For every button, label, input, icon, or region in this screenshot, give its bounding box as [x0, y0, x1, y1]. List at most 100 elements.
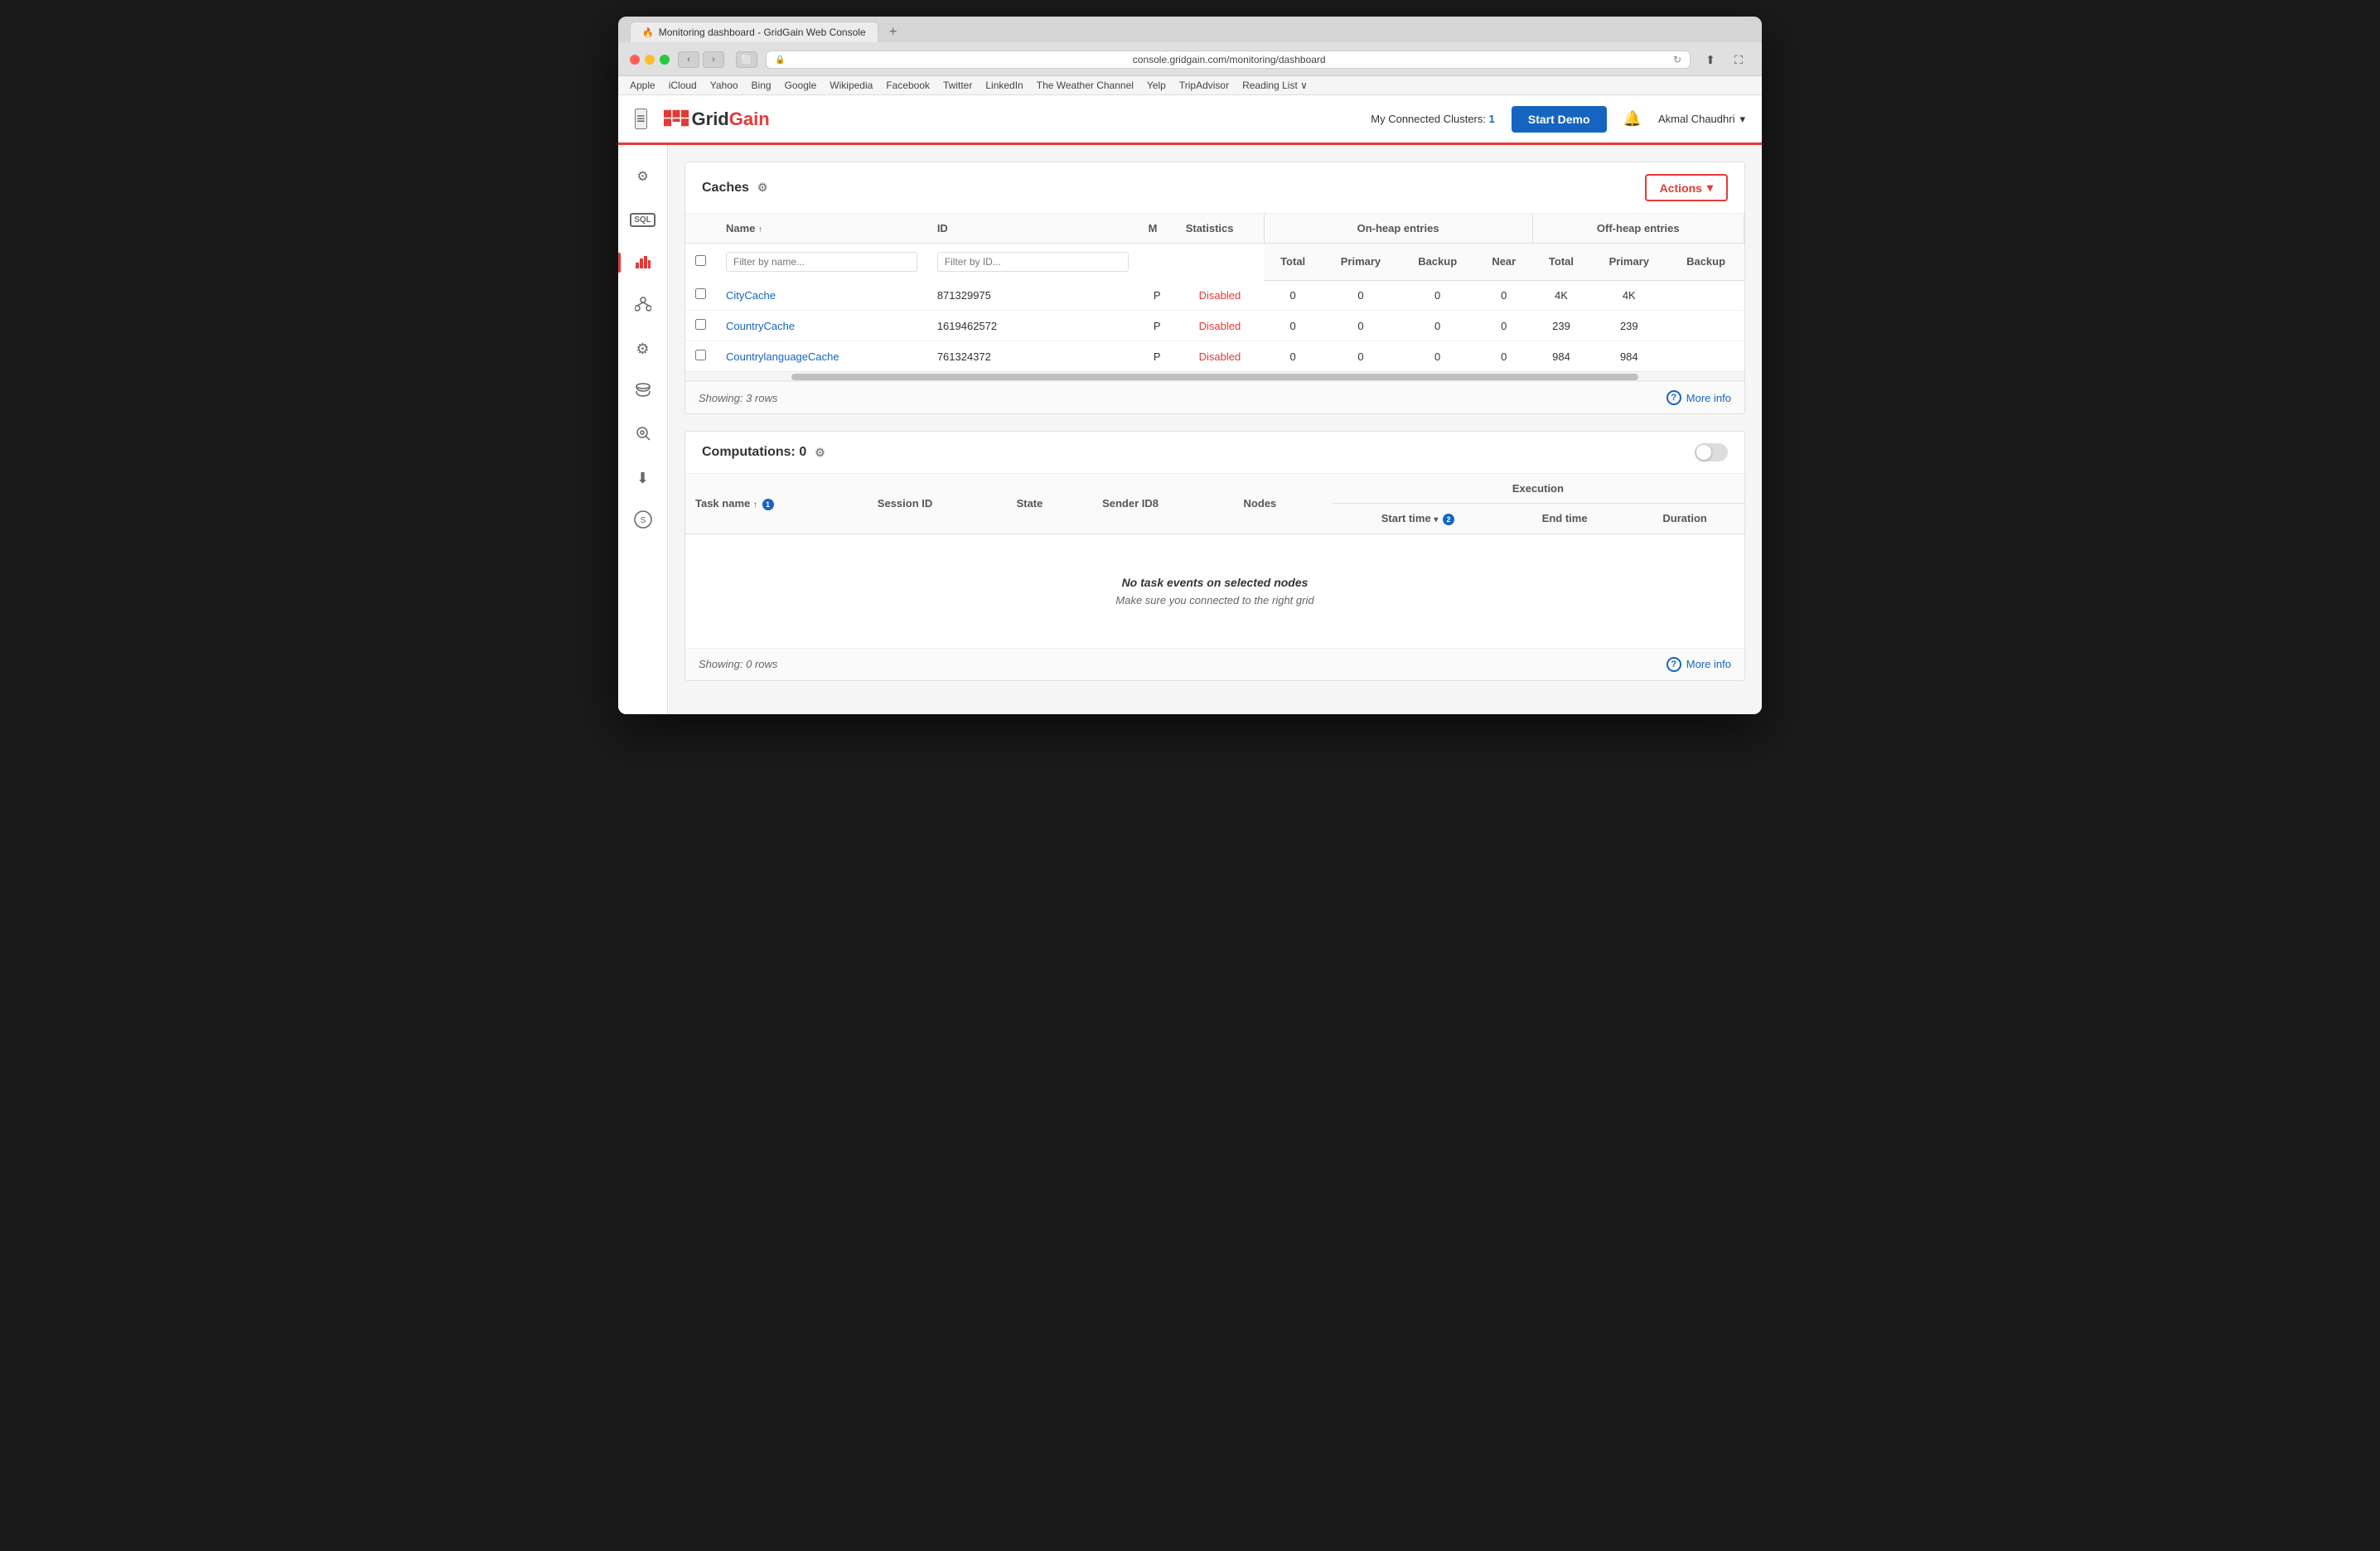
forward-button[interactable]: ›	[703, 51, 724, 68]
profile-icon: S	[634, 510, 652, 533]
row-checkbox-cell	[685, 311, 716, 341]
bookmark-facebook[interactable]: Facebook	[886, 80, 930, 91]
cluster-icon	[635, 296, 651, 316]
on-heap-backup-cell: 0	[1400, 311, 1476, 341]
connected-clusters-count[interactable]: 1	[1489, 113, 1495, 125]
address-bar[interactable]: 🔒 console.gridgain.com/monitoring/dashbo…	[766, 51, 1691, 69]
computations-showing-rows: Showing: 0 rows	[699, 658, 777, 670]
header-right: My Connected Clusters: 1 Start Demo 🔔 Ak…	[1371, 106, 1745, 133]
bookmark-twitter[interactable]: Twitter	[943, 80, 972, 91]
col-task-name-header[interactable]: Task name ↑ 1	[685, 474, 868, 534]
table-row: CountrylanguageCache 761324372 P Disable…	[685, 341, 1744, 372]
bookmark-icloud[interactable]: iCloud	[669, 80, 697, 91]
caches-more-info-link[interactable]: ? More info	[1666, 390, 1731, 405]
connected-clusters-label: My Connected Clusters:	[1371, 113, 1486, 125]
user-menu[interactable]: Akmal Chaudhri ▾	[1658, 113, 1745, 126]
notification-button[interactable]: 🔔	[1623, 110, 1642, 128]
minimize-button[interactable]	[645, 55, 655, 65]
more-info-icon: ?	[1666, 390, 1681, 405]
share-button[interactable]: ⬆	[1699, 51, 1722, 69]
on-heap-primary-cell: 0	[1322, 341, 1400, 372]
sliders-icon: ⚙	[636, 168, 648, 185]
row-checkbox[interactable]	[695, 288, 706, 299]
sidebar-item-dashboard[interactable]: ⚙	[625, 158, 661, 195]
comp-more-info-icon: ?	[1666, 657, 1681, 672]
main-content: Caches ⚙ Actions ▾	[668, 145, 1762, 714]
traffic-lights	[630, 55, 670, 65]
monitoring-chart-icon	[635, 253, 651, 273]
bookmark-apple[interactable]: Apple	[630, 80, 655, 91]
bookmark-weather[interactable]: The Weather Channel	[1037, 80, 1134, 91]
cache-name-cell: CountryCache	[716, 311, 927, 341]
maximize-button[interactable]	[660, 55, 670, 65]
computations-more-info-link[interactable]: ? More info	[1666, 657, 1731, 672]
on-heap-near-cell: 0	[1476, 280, 1532, 311]
bookmark-bing[interactable]: Bing	[752, 80, 772, 91]
menu-toggle-button[interactable]: ≡	[635, 109, 647, 129]
off-heap-backup-cell	[1668, 341, 1744, 372]
scrollbar-thumb[interactable]	[791, 374, 1638, 380]
cache-name-cell: CountrylanguageCache	[716, 341, 927, 372]
col-start-time-header[interactable]: Start time ▾ 2	[1332, 504, 1504, 534]
refresh-icon[interactable]: ↻	[1673, 54, 1681, 65]
new-tab-button[interactable]: +	[883, 22, 903, 42]
m-filter-cell	[1139, 244, 1176, 281]
bookmark-yahoo[interactable]: Yahoo	[710, 80, 738, 91]
col-id-header[interactable]: ID	[927, 214, 1139, 244]
col-on-heap-backup-header: Backup	[1400, 244, 1476, 281]
horizontal-scrollbar[interactable]	[685, 371, 1744, 381]
countrylanguage-cache-link[interactable]: CountrylanguageCache	[726, 350, 839, 363]
caches-showing-rows: Showing: 3 rows	[699, 392, 777, 404]
name-filter-cell	[716, 244, 927, 281]
nav-buttons: ‹ ›	[678, 51, 724, 68]
bookmark-wikipedia[interactable]: Wikipedia	[830, 80, 873, 91]
start-demo-button[interactable]: Start Demo	[1512, 106, 1607, 133]
computations-settings-icon[interactable]: ⚙	[815, 446, 825, 460]
bookmark-google[interactable]: Google	[785, 80, 817, 91]
sidebar-item-download[interactable]: ⬇	[625, 460, 661, 496]
sidebar-item-profile[interactable]: S	[625, 503, 661, 539]
col-m-header: M	[1139, 214, 1176, 244]
computations-title: Computations: 0	[702, 445, 806, 460]
col-name-header[interactable]: Name ↑	[716, 214, 927, 244]
country-cache-link[interactable]: CountryCache	[726, 320, 795, 332]
col-checkbox	[685, 214, 716, 244]
sidebar-item-monitoring[interactable]	[625, 244, 661, 281]
sidebar-item-cluster[interactable]	[625, 287, 661, 324]
caches-section: Caches ⚙ Actions ▾	[684, 162, 1745, 414]
sidebar-item-queries[interactable]	[625, 417, 661, 453]
bookmark-reading-list[interactable]: Reading List ∨	[1242, 80, 1308, 91]
back-button[interactable]: ‹	[678, 51, 699, 68]
caches-settings-icon[interactable]: ⚙	[757, 181, 768, 195]
id-filter-input[interactable]	[937, 252, 1129, 272]
bookmark-tripadvisor[interactable]: TripAdvisor	[1179, 80, 1229, 91]
sidebar-toggle-button[interactable]: ⬜	[736, 51, 757, 68]
computations-section: Computations: 0 ⚙ Task name	[684, 431, 1745, 681]
browser-titlebar: ‹ › ⬜ 🔒 console.gridgain.com/monitoring/…	[618, 42, 1762, 76]
start-sort-badge: 2	[1443, 514, 1454, 525]
fullscreen-button[interactable]: ⛶	[1727, 51, 1750, 69]
name-filter-input[interactable]	[726, 252, 917, 272]
user-menu-chevron: ▾	[1739, 113, 1745, 126]
actions-label: Actions	[1660, 181, 1702, 195]
active-tab[interactable]: 🔥 Monitoring dashboard - GridGain Web Co…	[630, 22, 878, 42]
bookmark-yelp[interactable]: Yelp	[1147, 80, 1166, 91]
cache-stats-cell: Disabled	[1176, 311, 1264, 341]
select-all-checkbox[interactable]	[695, 255, 706, 266]
close-button[interactable]	[630, 55, 640, 65]
row-checkbox[interactable]	[695, 319, 706, 330]
sidebar-item-sql[interactable]: SQL	[625, 201, 661, 238]
computations-empty-state: No task events on selected nodes Make su…	[695, 543, 1734, 640]
actions-button[interactable]: Actions ▾	[1645, 174, 1728, 201]
computations-toggle[interactable]	[1695, 443, 1728, 461]
bookmark-linkedin[interactable]: LinkedIn	[985, 80, 1023, 91]
sidebar-item-settings[interactable]: ⚙	[625, 331, 661, 367]
tab-favicon: 🔥	[642, 27, 654, 38]
col-sender-header: Sender ID8	[1092, 474, 1233, 534]
off-heap-total-cell: 4K	[1532, 280, 1590, 311]
city-cache-link[interactable]: CityCache	[726, 289, 776, 302]
sidebar-item-database[interactable]	[625, 374, 661, 410]
col-on-heap-total-header: Total	[1264, 244, 1322, 281]
on-heap-near-cell: 0	[1476, 311, 1532, 341]
row-checkbox[interactable]	[695, 350, 706, 360]
